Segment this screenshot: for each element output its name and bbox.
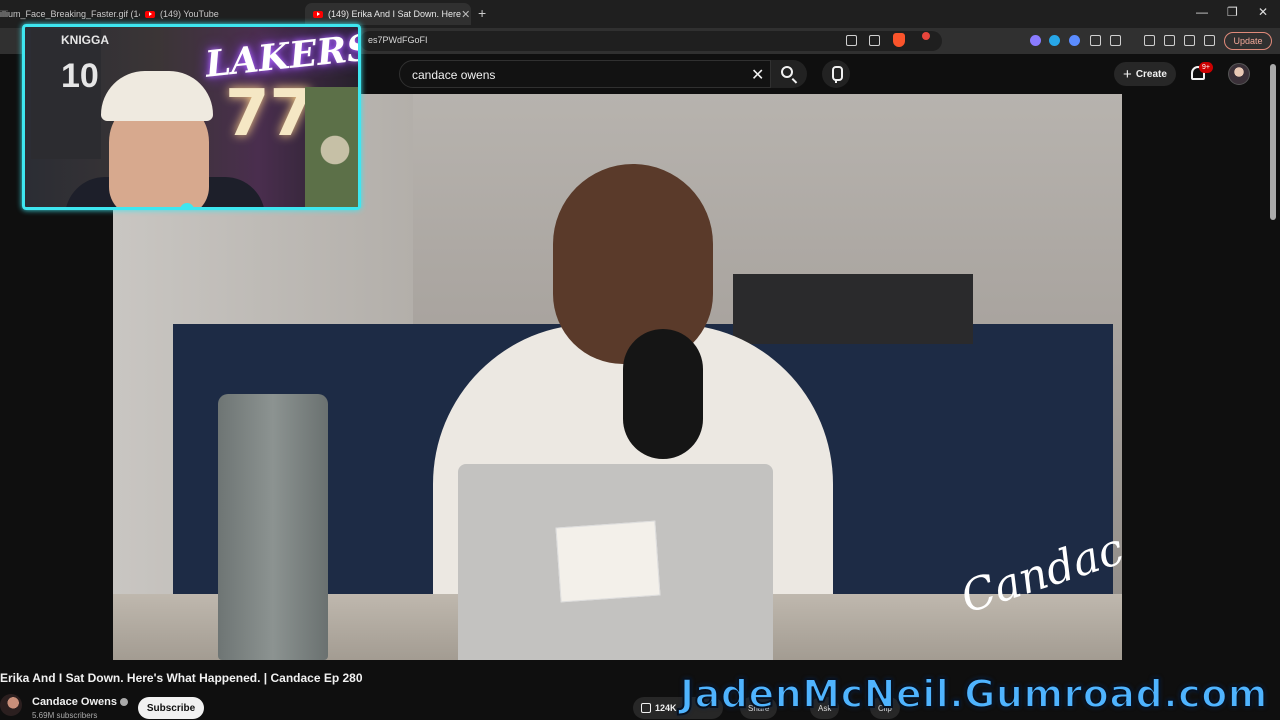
subscribe-button[interactable]: Subscribe [138, 697, 204, 719]
brave-shield-icon[interactable] [893, 33, 905, 47]
youtube-icon [145, 10, 155, 18]
rewards-icon[interactable] [922, 32, 930, 40]
tab-label: (149) Erika And I Sat Down. Here [328, 9, 462, 19]
cam-jersey: KNIGGA 10 [31, 29, 109, 159]
extension-icon[interactable] [1030, 35, 1041, 46]
jersey-number: 10 [61, 57, 99, 95]
video-title: Erika And I Sat Down. Here's What Happen… [0, 671, 363, 685]
neon-sign-number: 77 [225, 77, 315, 151]
extension-icon[interactable] [1049, 35, 1060, 46]
watermark-text: JadenMcNeil.Gumroad.com [679, 671, 1268, 717]
search-value: candace owens [412, 68, 496, 82]
tab-gif[interactable]: illium_Face_Breaking_Faster.gif (14 [0, 3, 140, 25]
youtube-icon [313, 10, 323, 18]
page-scrollbar[interactable] [1270, 64, 1276, 220]
subscriber-count: 5.69M subscribers [32, 711, 98, 720]
voice-search-icon[interactable] [822, 60, 850, 88]
new-tab-button[interactable]: + [478, 5, 486, 21]
like-count: 124K [655, 703, 677, 713]
close-window-icon[interactable]: ✕ [1258, 5, 1268, 19]
address-text: es7PWdFGoFI [368, 35, 428, 45]
leo-icon[interactable] [1184, 35, 1195, 46]
share-icon[interactable] [869, 35, 880, 46]
music-icon[interactable] [1144, 35, 1155, 46]
streamer-webcam-overlay: KNIGGA 10 LAKERS 77 [22, 24, 361, 210]
notification-count-badge: 9+ [1199, 62, 1213, 73]
video-frame-laptop [458, 464, 773, 660]
close-tab-icon[interactable]: ✕ [461, 8, 470, 21]
puzzle-icon[interactable] [1090, 35, 1101, 46]
clear-search-icon[interactable]: ✕ [751, 65, 764, 85]
thumbs-up-icon [641, 703, 651, 713]
search-icon [781, 66, 793, 78]
jersey-text: KNIGGA [61, 33, 109, 47]
cam-frame-dots [168, 203, 206, 207]
tab-label: (149) YouTube [160, 9, 219, 19]
account-avatar[interactable] [1228, 63, 1250, 85]
cam-tree [305, 87, 358, 207]
video-frame-tumbler [218, 394, 328, 660]
video-frame-books [733, 274, 973, 344]
vpn-icon[interactable] [1204, 35, 1215, 46]
sidebar-icon[interactable] [1110, 35, 1121, 46]
search-button[interactable] [771, 60, 807, 88]
video-frame-microphone [623, 329, 703, 459]
video-frame-sticker [555, 520, 661, 603]
channel-name-text: Candace Owens [32, 696, 117, 708]
verified-icon [119, 698, 128, 707]
tab-label: illium_Face_Breaking_Faster.gif (14 [0, 9, 140, 19]
wallet-icon[interactable] [1164, 35, 1175, 46]
update-button[interactable]: Update [1224, 32, 1272, 50]
channel-name[interactable]: Candace Owens [32, 696, 128, 708]
create-button[interactable]: + Create [1114, 62, 1176, 86]
extension-icon[interactable] [1069, 35, 1080, 46]
channel-avatar[interactable] [0, 694, 22, 716]
cam-hat [101, 71, 213, 121]
tab-active-video[interactable]: (149) Erika And I Sat Down. Here ✕ [305, 3, 471, 25]
video-frame-head [553, 164, 713, 364]
restore-icon[interactable]: ❐ [1227, 5, 1238, 19]
minimize-icon[interactable]: — [1196, 5, 1208, 19]
create-label: Create [1135, 68, 1167, 80]
search-input[interactable]: candace owens ✕ [399, 60, 771, 88]
cast-icon[interactable] [846, 35, 857, 46]
tab-youtube-home[interactable]: (149) YouTube [145, 3, 295, 25]
plus-icon: + [1123, 65, 1132, 83]
